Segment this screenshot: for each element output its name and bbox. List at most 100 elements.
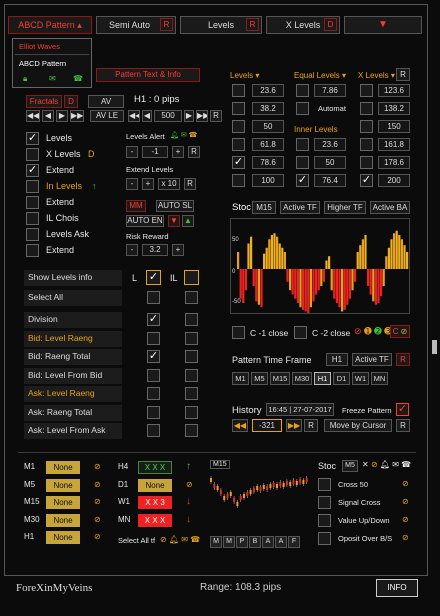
levels-info-row[interactable]: Bid: Level From Bid bbox=[24, 367, 122, 384]
history-value-input[interactable]: -321 bbox=[252, 419, 282, 432]
levels-alert-r[interactable]: R bbox=[188, 146, 200, 158]
tf-status-button[interactable]: None bbox=[46, 478, 80, 492]
active-ba-tab[interactable]: Active BA bbox=[370, 201, 410, 214]
tf-status-button[interactable]: X X 3 bbox=[138, 496, 172, 509]
levels-info-l-checkbox[interactable] bbox=[147, 405, 160, 419]
auto-en-down-button[interactable]: ▼ bbox=[168, 215, 180, 227]
levels-info-il-checkbox[interactable] bbox=[185, 313, 198, 326]
lock-icon[interactable]: 🔒︎ bbox=[23, 74, 27, 84]
levels-info-il-checkbox[interactable] bbox=[185, 387, 198, 400]
history-r-button[interactable]: R bbox=[304, 419, 318, 432]
av-le-button[interactable]: AV LE bbox=[90, 110, 124, 122]
levels-option-checkbox[interactable] bbox=[26, 196, 39, 209]
tf-button-m30[interactable]: M30 bbox=[292, 372, 312, 385]
inner-level-value[interactable]: 23.6 bbox=[314, 138, 346, 151]
levels-info-l-checkbox[interactable] bbox=[147, 368, 160, 382]
alert-off-icon[interactable]: ⊘ bbox=[186, 480, 193, 489]
tf-button-d1[interactable]: D1 bbox=[333, 372, 350, 385]
stoc-option-checkbox[interactable] bbox=[318, 532, 331, 545]
fractals-value-prev[interactable]: ◀ bbox=[142, 110, 152, 122]
equal-level-checkbox[interactable] bbox=[296, 84, 309, 97]
level-checkbox[interactable] bbox=[232, 138, 245, 151]
extend-value[interactable]: x 10 bbox=[158, 178, 180, 190]
levels-info-l-checkbox[interactable]: ✓ bbox=[147, 313, 160, 326]
levels-r-reset[interactable]: R bbox=[396, 68, 410, 81]
c1-close-checkbox[interactable] bbox=[232, 326, 245, 339]
pattern-text-info-button[interactable]: Pattern Text & Info bbox=[96, 68, 200, 82]
mail-icon[interactable]: ✉ bbox=[49, 74, 56, 83]
dropdown-toggle-button[interactable]: ▼ bbox=[344, 16, 422, 34]
risk-value[interactable]: 3.2 bbox=[142, 244, 168, 256]
history-next-button[interactable]: ▶▶ bbox=[286, 419, 302, 432]
auto-sl-button[interactable]: AUTO SL bbox=[156, 200, 194, 212]
levels-info-il-checkbox[interactable] bbox=[185, 405, 198, 419]
alert-off-icon[interactable]: ⊘ bbox=[94, 480, 101, 489]
x-level-checkbox[interactable] bbox=[360, 138, 373, 151]
alert-off-icon[interactable]: ⊘ bbox=[94, 515, 101, 524]
equal-level-value[interactable]: 7.86 bbox=[314, 84, 346, 97]
pattern-letter-button[interactable]: F bbox=[288, 536, 300, 548]
active-tf-tab[interactable]: Active TF bbox=[280, 201, 320, 214]
levels-info-il-checkbox[interactable] bbox=[185, 368, 198, 382]
x-level-value[interactable]: 150 bbox=[378, 120, 410, 133]
fractals-prev-button[interactable]: ◀ bbox=[42, 110, 54, 122]
tf-button-m5[interactable]: M5 bbox=[251, 372, 268, 385]
pattern-letter-button[interactable]: M bbox=[223, 536, 235, 548]
level-value[interactable]: 78.6 bbox=[252, 156, 284, 169]
levels-info-row[interactable]: Ask: Level From Ask bbox=[24, 423, 122, 439]
fractals-value-input[interactable]: 500 bbox=[154, 110, 182, 122]
alert-off-icon[interactable]: ⊘ bbox=[94, 532, 101, 541]
levels-info-il-checkbox[interactable] bbox=[185, 424, 198, 437]
mm-button[interactable]: MM bbox=[126, 200, 146, 212]
tf-status-button[interactable]: None bbox=[46, 513, 80, 527]
tf-button-h1[interactable]: H1 bbox=[314, 372, 331, 385]
automat-checkbox[interactable] bbox=[296, 102, 309, 115]
freeze-pattern-checkbox[interactable]: ✓ bbox=[396, 403, 409, 416]
tf-status-button[interactable]: X X X bbox=[138, 461, 172, 474]
fractals-next2-button[interactable]: ▶▶ bbox=[70, 110, 84, 122]
show-levels-il-checkbox[interactable] bbox=[184, 270, 199, 285]
level-value[interactable]: 38.2 bbox=[252, 102, 284, 115]
stoc-m15-button[interactable]: M15 bbox=[252, 201, 276, 214]
levels-info-il-checkbox[interactable] bbox=[185, 350, 198, 363]
pattern-tf-h1[interactable]: H1 bbox=[326, 353, 348, 366]
c-close-button[interactable]: C ⊘ bbox=[390, 325, 410, 338]
pattern-letter-button[interactable]: B bbox=[249, 536, 261, 548]
levels-info-row[interactable]: Bid: Raeng Total bbox=[24, 349, 122, 365]
inner-level-value[interactable]: 50 bbox=[314, 156, 346, 169]
pattern-letter-button[interactable]: P bbox=[236, 536, 248, 548]
fractals-button[interactable]: Fractals bbox=[26, 95, 62, 108]
pattern-letter-button[interactable]: A bbox=[275, 536, 287, 548]
x-levels-d-button[interactable]: D bbox=[324, 18, 337, 31]
levels-option-checkbox[interactable] bbox=[26, 212, 39, 225]
extend-r[interactable]: R bbox=[184, 178, 196, 190]
levels-info-row[interactable]: Division bbox=[24, 312, 122, 328]
level-checkbox[interactable] bbox=[232, 84, 245, 97]
x-level-value[interactable]: 200 bbox=[378, 174, 410, 187]
stoc-option-checkbox[interactable] bbox=[318, 514, 331, 527]
x-level-value[interactable]: 123.6 bbox=[378, 84, 410, 97]
inner-level-checkbox[interactable]: ✓ bbox=[296, 174, 309, 187]
resize-handle[interactable] bbox=[432, 340, 437, 354]
levels-info-row[interactable]: Bid: Level Raeng bbox=[24, 330, 122, 347]
auto-en-button[interactable]: AUTO EN bbox=[126, 215, 164, 227]
c2-close-checkbox[interactable] bbox=[294, 326, 307, 339]
fractals-prev2-button[interactable]: ◀◀ bbox=[26, 110, 40, 122]
levels-option-checkbox[interactable] bbox=[26, 180, 39, 193]
fractals-next-button[interactable]: ▶ bbox=[56, 110, 68, 122]
info-button[interactable]: INFO bbox=[376, 579, 418, 597]
pattern-letter-button[interactable]: A bbox=[262, 536, 274, 548]
show-levels-l-checkbox[interactable]: ✓ bbox=[146, 270, 161, 285]
fractals-r-button[interactable]: R bbox=[210, 110, 222, 122]
levels-info-row[interactable]: Ask: Raeng Total bbox=[24, 404, 122, 421]
tf-status-button[interactable]: None bbox=[46, 496, 80, 509]
menu-item-elliot-waves[interactable]: Elliot Waves bbox=[19, 42, 60, 51]
x-level-checkbox[interactable] bbox=[360, 102, 373, 115]
tf-button-mn[interactable]: MN bbox=[371, 372, 388, 385]
level-checkbox[interactable] bbox=[232, 174, 245, 187]
level-value[interactable]: 100 bbox=[252, 174, 284, 187]
level-checkbox[interactable] bbox=[232, 102, 245, 115]
stoc-option-checkbox[interactable] bbox=[318, 478, 331, 491]
x-level-checkbox[interactable]: ✓ bbox=[360, 174, 373, 187]
levels-info-row[interactable]: Ask: Level Raeng bbox=[24, 386, 122, 402]
